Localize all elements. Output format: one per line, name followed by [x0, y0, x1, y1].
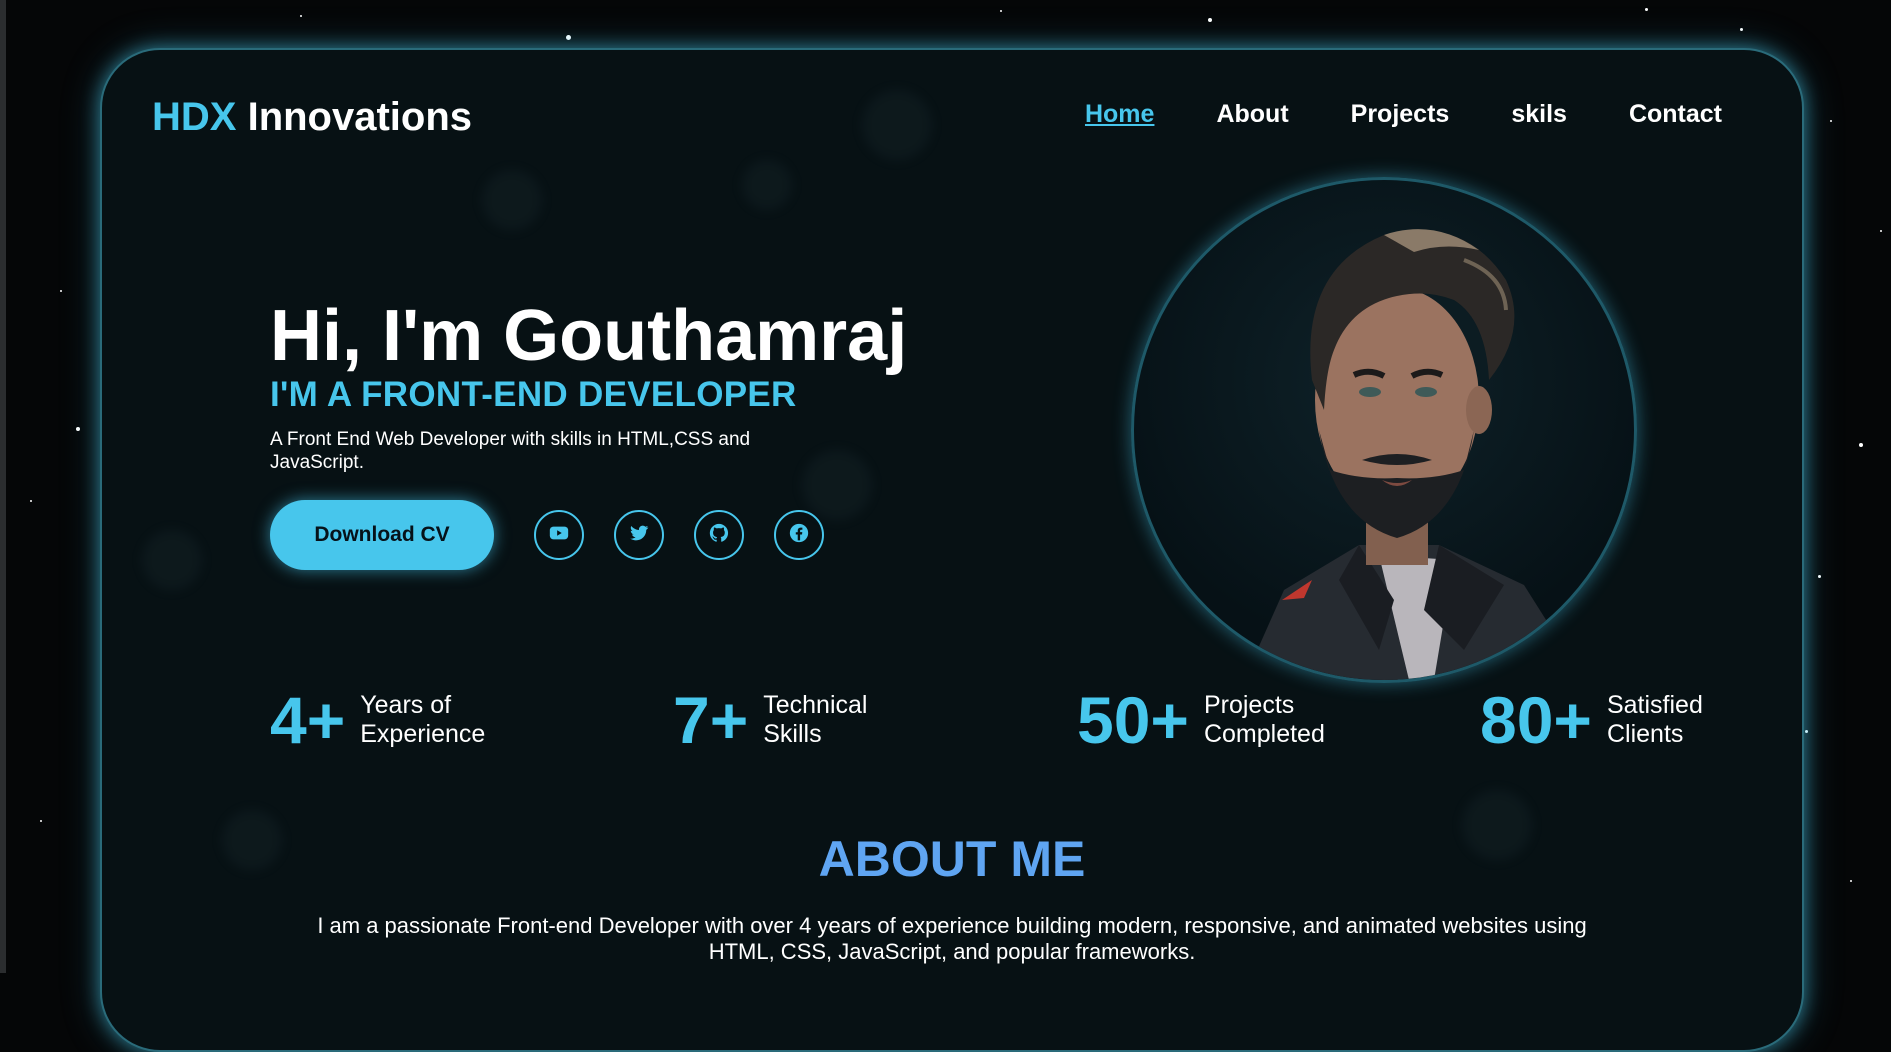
brand-logo-text: Innovations: [247, 95, 473, 139]
facebook-icon: [788, 522, 810, 549]
brand-logo-accent: HDX: [152, 95, 237, 139]
stat-value: 4+: [270, 683, 346, 757]
hero-card: HDX Innovations Home About Projects skil…: [100, 48, 1804, 1052]
download-cv-button[interactable]: Download CV: [270, 500, 494, 570]
nav-contact-link[interactable]: Contact: [1629, 100, 1722, 129]
stat-label: Satisfied Clients: [1606, 691, 1703, 748]
social-links: [534, 510, 824, 560]
youtube-icon: [548, 522, 570, 549]
nav-home-link[interactable]: Home: [1085, 100, 1154, 129]
nav-projects-link[interactable]: Projects: [1351, 100, 1450, 129]
main-nav: Home About Projects skils Contact: [1085, 100, 1722, 129]
twitter-icon: [628, 522, 650, 549]
stat-label: Years of Experience: [360, 691, 486, 748]
hero-title: Hi, I'm Gouthamraj: [270, 296, 908, 376]
about-title: ABOUT ME: [818, 831, 1086, 887]
stat-experience: 4+ Years of Experience: [270, 682, 510, 758]
nav-skills-link[interactable]: skils: [1511, 100, 1567, 129]
stat-value: 50+: [1077, 683, 1189, 757]
profile-avatar: [1131, 177, 1637, 683]
about-text: I am a passionate Front-end Developer wi…: [317, 913, 1587, 964]
github-link[interactable]: [694, 510, 744, 560]
nav-about-link[interactable]: About: [1216, 100, 1288, 129]
hero-subtitle: I'M A FRONT-END DEVELOPER: [270, 375, 797, 414]
brand-logo[interactable]: HDX Innovations: [152, 95, 472, 140]
stat-label: Projects Completed: [1203, 691, 1325, 748]
stat-skills: 7+ Technical Skills: [673, 682, 913, 758]
youtube-link[interactable]: [534, 510, 584, 560]
stat-projects: 50+ Projects Completed: [1077, 682, 1354, 758]
stat-value: 80+: [1480, 683, 1592, 757]
stat-clients: 80+ Satisfied Clients: [1480, 682, 1757, 758]
twitter-link[interactable]: [614, 510, 664, 560]
stat-value: 7+: [673, 683, 749, 757]
stat-label: Technical Skills: [763, 691, 868, 748]
github-icon: [708, 522, 730, 549]
hero-description: A Front End Web Developer with skills in…: [270, 429, 751, 473]
facebook-link[interactable]: [774, 510, 824, 560]
